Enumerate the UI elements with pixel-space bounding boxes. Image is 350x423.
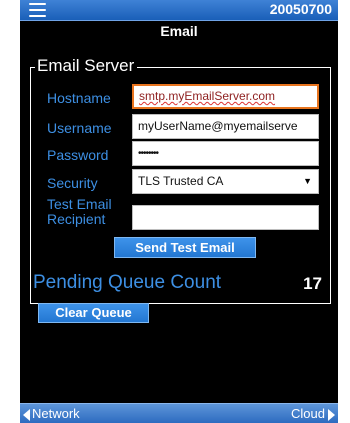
security-label: Security (47, 175, 98, 191)
username-label: Username (47, 120, 112, 136)
hostname-input[interactable]: smtp.myEmailServer.com (132, 84, 319, 109)
test-recipient-label-line2: Recipient (47, 211, 106, 227)
nav-network-label: Network (32, 406, 80, 421)
test-recipient-label-line1: Test Email (47, 196, 112, 212)
username-input[interactable]: myUserName@myemailserve (132, 114, 319, 139)
arrow-right-icon (328, 408, 335, 421)
device-screen: 20050700 Email Email Server Hostname smt… (20, 0, 338, 423)
clear-queue-button[interactable]: Clear Queue (38, 303, 149, 323)
chevron-down-icon: ▼ (303, 176, 312, 186)
arrow-left-icon (23, 408, 30, 421)
menu-icon[interactable] (29, 3, 46, 17)
hostname-label: Hostname (47, 90, 111, 106)
top-bar: 20050700 (20, 0, 338, 21)
security-select[interactable]: TLS Trusted CA ▼ (132, 169, 319, 194)
test-recipient-label: Test Email Recipient (47, 197, 112, 227)
hostname-value: smtp.myEmailServer.com (139, 89, 276, 103)
security-value: TLS Trusted CA (138, 174, 224, 188)
send-test-email-button[interactable]: Send Test Email (114, 237, 256, 258)
test-recipient-input[interactable] (132, 205, 319, 230)
bottom-nav-bar: Network Cloud (20, 403, 338, 423)
nav-network-button[interactable]: Network (23, 404, 80, 423)
password-input[interactable]: •••••••• (132, 141, 319, 166)
group-legend: Email Server (35, 55, 138, 77)
password-label: Password (47, 147, 109, 163)
pending-queue-count: 17 (303, 274, 322, 293)
device-id: 20050700 (269, 1, 332, 17)
nav-cloud-label: Cloud (291, 406, 325, 421)
pending-queue-label: Pending Queue Count (33, 272, 222, 293)
nav-cloud-button[interactable]: Cloud (291, 404, 335, 423)
page-title: Email (160, 23, 198, 39)
